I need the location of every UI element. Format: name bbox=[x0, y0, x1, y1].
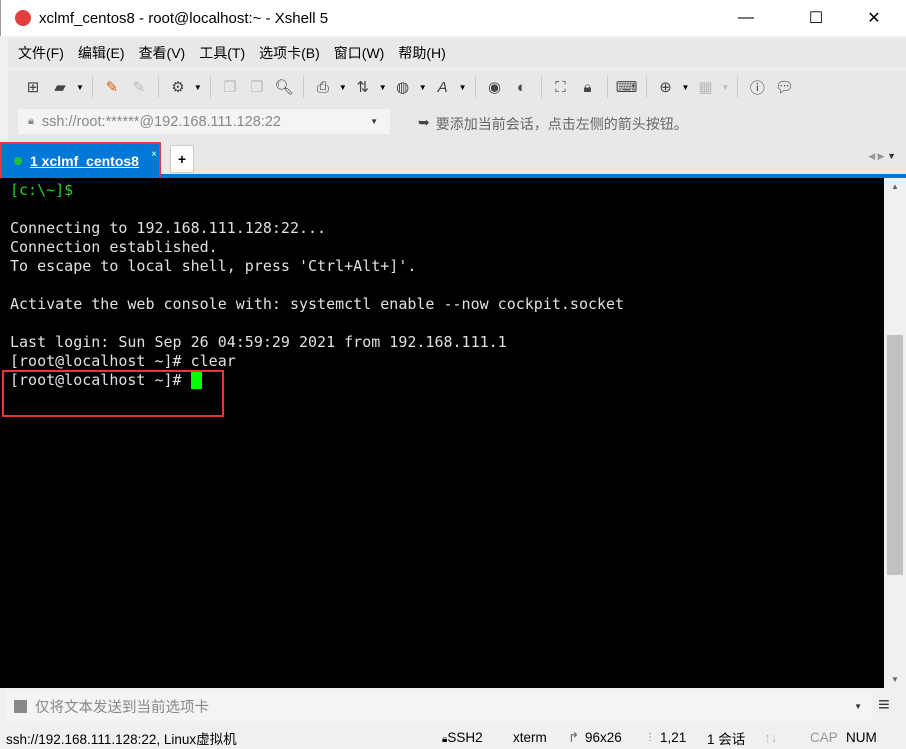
transfer-icon[interactable]: ⇅ bbox=[352, 76, 374, 98]
open-folder-icon[interactable]: ▰ bbox=[49, 76, 71, 98]
address-bar: 🔒︎ ssh://root:******@192.168.111.128:22 … bbox=[8, 104, 906, 140]
highlight-box-tab bbox=[0, 142, 161, 180]
terminal[interactable]: [c:\~]$ Connecting to 192.168.111.128:22… bbox=[0, 178, 884, 688]
menu-file[interactable]: 文件(F) bbox=[18, 43, 64, 63]
maximize-button[interactable]: ☐ bbox=[793, 0, 839, 36]
help-icon[interactable]: ⓘ bbox=[746, 76, 768, 98]
address-field[interactable]: 🔒︎ ssh://root:******@192.168.111.128:22 … bbox=[18, 109, 390, 134]
lock-icon[interactable]: 🔒︎ bbox=[577, 76, 599, 98]
disconnect-icon[interactable]: ✎ bbox=[128, 76, 150, 98]
properties-icon[interactable]: ⚙ bbox=[167, 76, 189, 98]
chat-icon[interactable]: 💬︎ bbox=[773, 76, 795, 98]
menu-help[interactable]: 帮助(H) bbox=[398, 43, 445, 63]
chevron-down-icon[interactable]: ▼ bbox=[370, 117, 378, 126]
add-tab-button[interactable]: + bbox=[170, 145, 194, 173]
terminal-scrollbar[interactable]: ▲ ▼ bbox=[884, 178, 906, 688]
address-hint: ➥ 要添加当前会话，点击左侧的箭头按钮。 bbox=[418, 114, 688, 134]
address-value: ssh://root:******@192.168.111.128:22 bbox=[41, 113, 281, 130]
copy-icon[interactable]: ❐ bbox=[219, 76, 241, 98]
minimize-button[interactable]: — bbox=[723, 0, 769, 36]
keyboard-icon[interactable]: ⌨ bbox=[616, 76, 638, 98]
toolbar: ⊞ ▰ ▼ ✎ ✎ ⚙ ▼ ❐ ❐ 🔍︎ ⎙ ▼ ⇅ ▼ ◍ ▼ A ▼ ◉ ◐ ⛶ 🔒︎ … bbox=[8, 70, 906, 104]
close-button[interactable]: ✕ bbox=[851, 0, 897, 36]
title-bar: xclmf_centos8 - root@localhost:~ - Xshel… bbox=[0, 0, 906, 36]
lock-icon: 🔒︎ bbox=[28, 115, 34, 127]
arrow-icon[interactable]: ➥ bbox=[418, 114, 430, 134]
xmanager-icon[interactable]: ◐ bbox=[511, 76, 533, 98]
window-title: xclmf_centos8 - root@localhost:~ - Xshel… bbox=[39, 9, 329, 27]
layout-icon[interactable]: ▦ bbox=[694, 76, 716, 98]
xftp-icon[interactable]: ◉ bbox=[484, 76, 506, 98]
globe-icon[interactable]: ◍ bbox=[392, 76, 414, 98]
protocol-status: 🔒︎SSH2 bbox=[442, 730, 483, 745]
terminal-icon bbox=[14, 699, 27, 713]
new-session-icon[interactable]: ⊞ bbox=[22, 76, 44, 98]
paste-icon[interactable]: ❐ bbox=[246, 76, 268, 98]
menu-edit[interactable]: 编辑(E) bbox=[78, 43, 125, 63]
status-bar: ssh://192.168.111.128:22, Linux虚拟机 🔒︎SSH… bbox=[6, 729, 877, 747]
session-arrows-icon[interactable]: ↑↓ bbox=[764, 730, 778, 745]
font-icon[interactable]: A bbox=[432, 76, 454, 98]
new-tab-icon[interactable]: ⊕ bbox=[655, 76, 677, 98]
highlight-box-prompt bbox=[2, 370, 224, 417]
find-icon[interactable]: 🔍︎ bbox=[273, 76, 295, 98]
reconnect-icon[interactable]: ✎ bbox=[101, 76, 123, 98]
menu-window[interactable]: 窗口(W) bbox=[334, 43, 385, 63]
menu-bar: 文件(F) 编辑(E) 查看(V) 工具(T) 选项卡(B) 窗口(W) 帮助(… bbox=[8, 38, 906, 68]
scrollbar-thumb[interactable] bbox=[887, 335, 903, 575]
send-text-input[interactable]: 仅将文本发送到当前选项卡 ▼ bbox=[6, 690, 872, 722]
fullscreen-icon[interactable]: ⛶ bbox=[550, 76, 572, 98]
chevron-down-icon[interactable]: ▼ bbox=[854, 702, 862, 711]
tab-nav-icons[interactable]: ◀ ▶ ▼ bbox=[868, 151, 896, 162]
menu-tabs[interactable]: 选项卡(B) bbox=[259, 43, 320, 63]
xshell-logo-icon bbox=[15, 10, 31, 26]
menu-view[interactable]: 查看(V) bbox=[139, 43, 186, 63]
menu-tools[interactable]: 工具(T) bbox=[199, 43, 245, 63]
menu-icon[interactable]: ≡ bbox=[878, 694, 890, 717]
print-icon[interactable]: ⎙ bbox=[312, 76, 334, 98]
